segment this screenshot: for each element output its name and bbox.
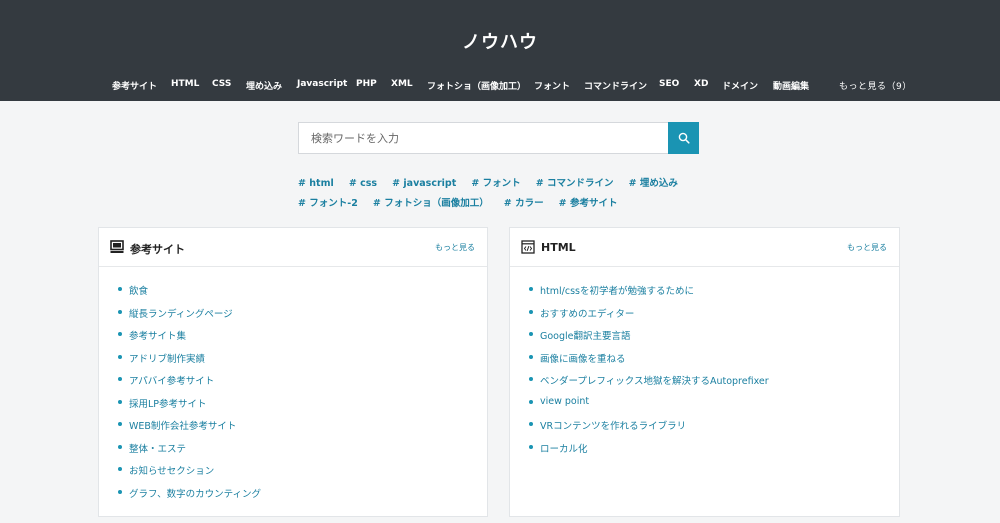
nav-item-xd[interactable]: XD [694,79,708,89]
site-header: ノウハウ 参考サイト HTML CSS 埋め込み Javascript PHP … [0,0,1000,101]
tag-css[interactable]: # css [349,178,377,189]
tag-row: # html # css # javascript # フォント # コマンドラ… [298,171,688,190]
main-content: # html # css # javascript # フォント # コマンドラ… [0,101,1000,523]
nav-item-video-editing[interactable]: 動画編集 [773,79,809,92]
nav-item-photoshop[interactable]: フォトショ（画像加工） [427,79,526,92]
nav-more-button[interactable]: もっと見る（9） [839,79,912,92]
list-item[interactable]: 整体・エステ [116,441,261,464]
list-item[interactable]: WEB制作会社参考サイト [116,418,261,441]
search-input[interactable] [298,122,668,154]
tag-font-2[interactable]: # フォント-2 [298,198,358,209]
nav-item-embed[interactable]: 埋め込み [246,79,282,92]
card-title[interactable]: 参考サイト [130,241,185,257]
nav-item-reference-sites[interactable]: 参考サイト [112,79,157,92]
list-item[interactable]: Google翻訳主要言語 [527,328,769,351]
nav-item-command-line[interactable]: コマンドライン [584,79,647,92]
tag-color[interactable]: # カラー [504,198,544,209]
article-list: 飲食 縦長ランディングページ 参考サイト集 アドリブ制作実績 アパバイ参考サイト… [116,283,261,508]
global-nav: 参考サイト HTML CSS 埋め込み Javascript PHP XML フ… [0,79,1000,93]
nav-item-seo[interactable]: SEO [659,79,679,89]
nav-item-css[interactable]: CSS [212,79,231,89]
nav-item-php[interactable]: PHP [356,79,377,89]
search-icon [678,132,690,144]
list-item[interactable]: 飲食 [116,283,261,306]
tag-html[interactable]: # html [298,178,334,189]
list-item[interactable]: 画像に画像を重ねる [527,351,769,374]
tag-font[interactable]: # フォント [471,178,520,189]
site-title[interactable]: ノウハウ [0,28,1000,54]
tag-command-line[interactable]: # コマンドライン [536,178,614,189]
list-item[interactable]: おすすめのエディター [527,306,769,329]
nav-item-font[interactable]: フォント [534,79,570,92]
list-item[interactable]: アパバイ参考サイト [116,373,261,396]
list-item[interactable]: お知らせセクション [116,463,261,486]
article-list: html/cssを初学者が勉強するために おすすめのエディター Google翻訳… [527,283,769,463]
list-item[interactable]: アドリブ制作実績 [116,351,261,374]
card-header: HTML もっと見る [510,228,899,267]
list-item[interactable]: VRコンテンツを作れるライブラリ [527,418,769,441]
list-item[interactable]: html/cssを初学者が勉強するために [527,283,769,306]
monitor-icon [110,240,124,253]
search-button[interactable] [668,122,699,154]
list-item[interactable]: 参考サイト集 [116,328,261,351]
nav-item-domain[interactable]: ドメイン [722,79,758,92]
card-header: 参考サイト もっと見る [99,228,487,267]
card-html: HTML もっと見る html/cssを初学者が勉強するために おすすめのエディ… [509,227,900,517]
tag-javascript[interactable]: # javascript [392,178,456,189]
card-reference-sites: 参考サイト もっと見る 飲食 縦長ランディングページ 参考サイト集 アドリブ制作… [98,227,488,517]
list-item[interactable]: 縦長ランディングページ [116,306,261,329]
search-form [298,122,699,154]
card-title[interactable]: HTML [541,241,576,254]
card-more-link[interactable]: もっと見る [435,242,475,253]
list-item[interactable]: ローカル化 [527,441,769,464]
list-item[interactable]: 採用LP参考サイト [116,396,261,419]
list-item[interactable]: ベンダープレフィックス地獄を解決するAutoprefixer [527,373,769,396]
tag-reference-sites[interactable]: # 参考サイト [559,198,618,209]
nav-item-javascript[interactable]: Javascript [297,79,347,89]
nav-item-xml[interactable]: XML [391,79,413,89]
list-item[interactable]: view point [527,396,769,419]
card-more-link[interactable]: もっと見る [847,242,887,253]
tag-row: # フォント-2 # フォトショ（画像加工） # カラー # 参考サイト [298,191,627,210]
code-window-icon [521,240,535,254]
nav-item-html[interactable]: HTML [171,79,199,89]
tag-photoshop[interactable]: # フォトショ（画像加工） [373,198,489,209]
tag-embed[interactable]: # 埋め込み [629,178,678,189]
list-item[interactable]: グラフ、数字のカウンティング [116,486,261,509]
